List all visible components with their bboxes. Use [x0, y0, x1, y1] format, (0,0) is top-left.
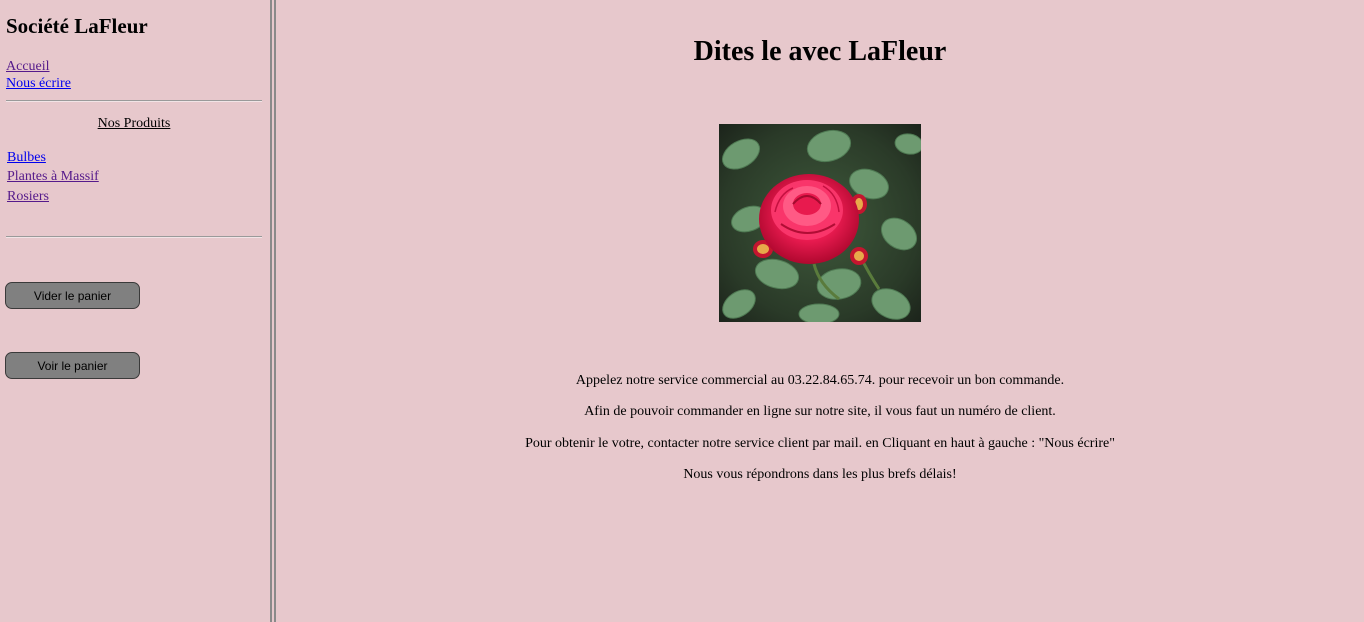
main-frame: Dites le avec LaFleur Appelez notre serv… [276, 0, 1364, 622]
view-cart-button[interactable]: Voir le panier [5, 352, 140, 379]
sidebar-frame: Société LaFleur Accueil Nous écrire Nos … [0, 0, 270, 622]
frameset: Société LaFleur Accueil Nous écrire Nos … [0, 0, 1364, 622]
products-heading: Nos Produits [97, 116, 171, 131]
divider [6, 236, 262, 238]
nav-link-contact[interactable]: Nous écrire [6, 76, 71, 92]
divider [6, 100, 262, 102]
info-paragraph: Pour obtenir le votre, contacter notre s… [525, 436, 1115, 451]
site-title: Société LaFleur [6, 14, 148, 38]
product-link-plantes-massif[interactable]: Plantes à Massif [7, 169, 99, 185]
nav-link-home[interactable]: Accueil [6, 59, 50, 75]
info-paragraph: Nous vous répondrons dans les plus brefs… [683, 467, 957, 482]
info-paragraph: Afin de pouvoir commander en ligne sur n… [584, 404, 1056, 419]
product-link-bulbes[interactable]: Bulbes [7, 150, 46, 166]
page-title: Dites le avec LaFleur [693, 36, 947, 67]
rose-image [719, 124, 921, 322]
empty-cart-button[interactable]: Vider le panier [5, 282, 140, 309]
product-link-rosiers[interactable]: Rosiers [7, 189, 49, 205]
info-paragraph: Appelez notre service commercial au 03.2… [575, 373, 1065, 388]
